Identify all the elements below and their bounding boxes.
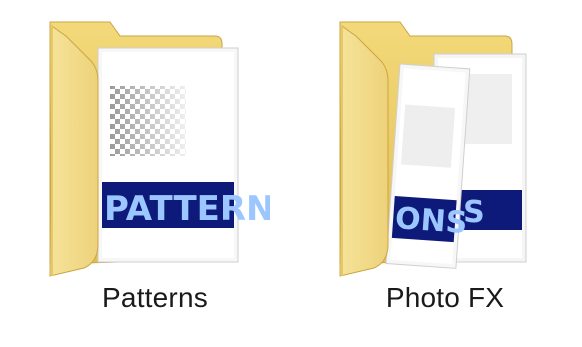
folder-patterns-icon: PATTERN [49,21,270,277]
folder-label: Patterns [102,282,208,313]
folder-label: Photo FX [385,282,505,313]
folder-photofx-icon: NS ONS [339,21,527,277]
folder-item-photo-fx[interactable]: NS ONS Photo FX [330,14,560,324]
document-banner-text: PATTERN [104,189,270,229]
svg-text:ONS: ONS [394,201,468,241]
folder-item-patterns[interactable]: PATTERN Patterns [40,14,270,324]
